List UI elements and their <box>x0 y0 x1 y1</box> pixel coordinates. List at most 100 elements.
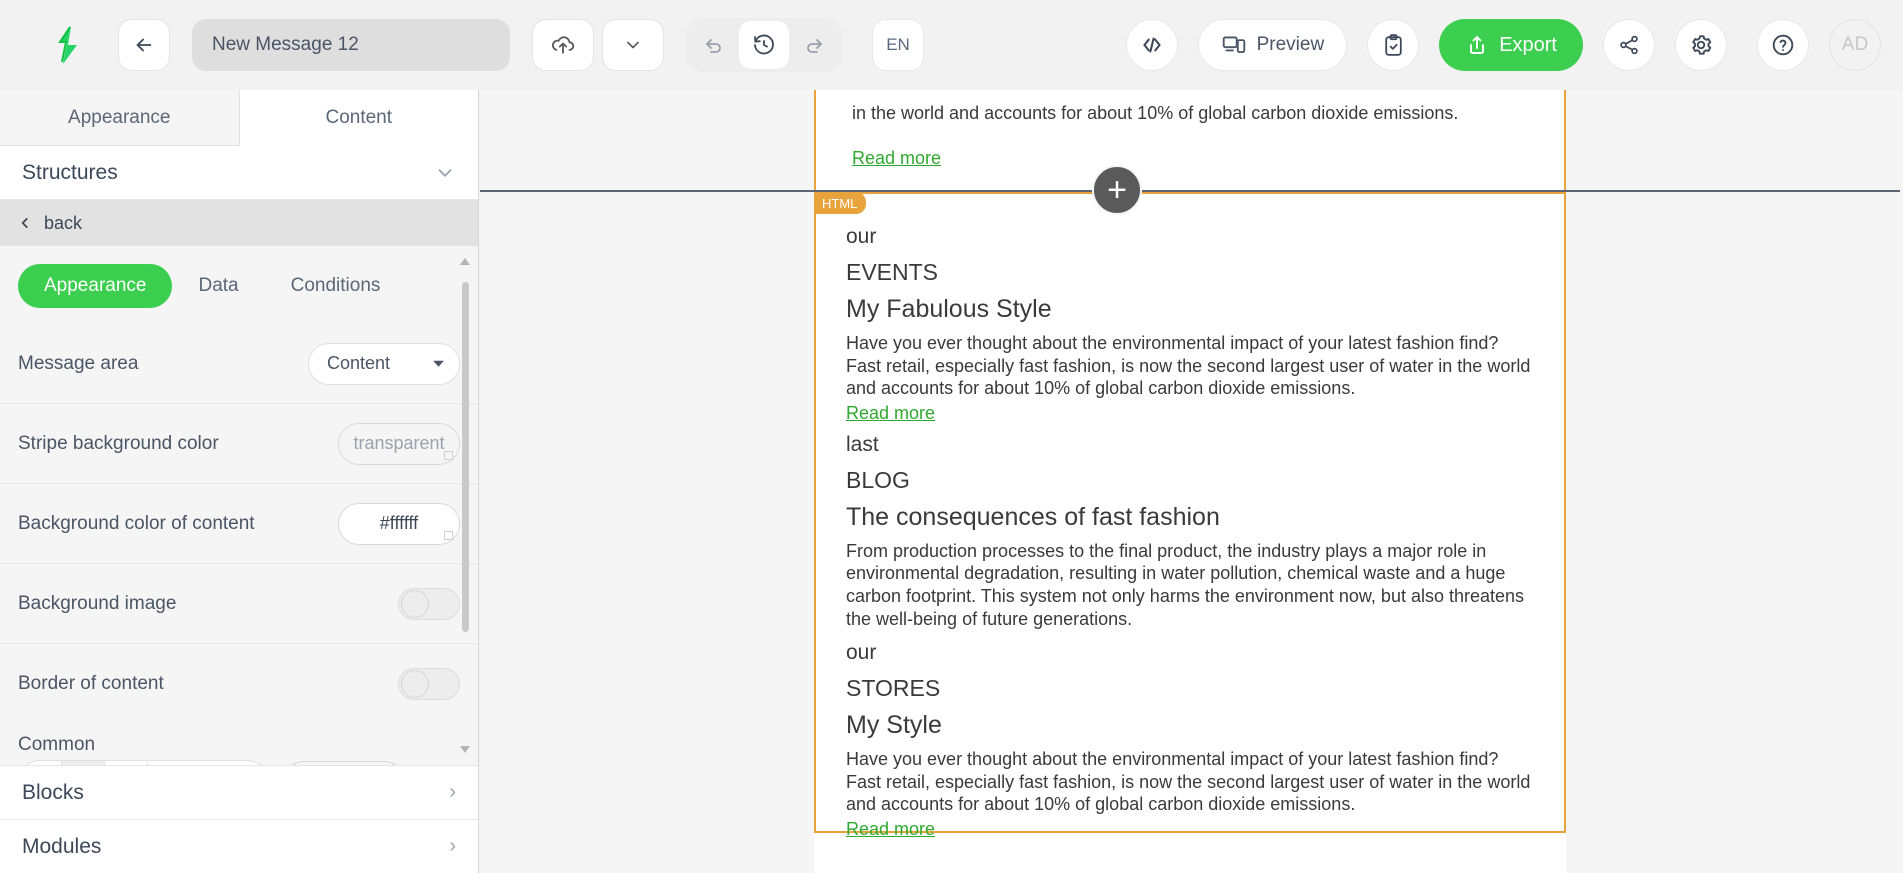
history-button[interactable] <box>739 21 789 69</box>
redo-button[interactable] <box>789 21 839 69</box>
section-read-more-link[interactable]: Read more <box>846 819 935 840</box>
preview-label: Preview <box>1256 34 1325 55</box>
structures-label: Structures <box>22 160 118 184</box>
content-bg-color-input[interactable]: #ffffff <box>338 502 460 545</box>
section-kicker: our <box>846 225 877 248</box>
property-row-border-of-content: Border of content <box>0 644 478 724</box>
color-swatch <box>444 450 453 460</box>
save-button[interactable] <box>532 19 594 71</box>
message-title-input[interactable]: New Message 12 <box>192 19 510 71</box>
cloud-upload-icon <box>551 36 575 54</box>
color-swatch <box>444 530 453 540</box>
chevron-down-icon <box>438 168 452 177</box>
upper-block-read-more-link[interactable]: Read more <box>852 148 941 169</box>
property-row-message-area: Message area Content <box>0 324 478 404</box>
caret-down-icon <box>433 360 444 367</box>
redo-icon <box>807 39 822 53</box>
html-block-content: our EVENTS My Fabulous Style Have you ev… <box>816 194 1564 840</box>
share-button[interactable] <box>1603 19 1655 71</box>
section-category: BLOG <box>846 466 910 493</box>
checklist-button[interactable] <box>1367 19 1420 71</box>
background-image-toggle[interactable] <box>398 587 460 620</box>
settings-button[interactable] <box>1675 19 1727 71</box>
property-row-background-image: Background image <box>0 564 478 644</box>
clipboard-check-icon <box>1385 33 1402 56</box>
message-area-select[interactable]: Content <box>308 342 460 385</box>
tab-content-label: Content <box>325 106 393 128</box>
undo-button[interactable] <box>689 21 739 69</box>
stepper-increment-button[interactable]: + <box>105 761 147 765</box>
content-bg-label: Background color of content <box>18 512 255 534</box>
section-headline: My Style <box>846 711 942 740</box>
tab-content[interactable]: Content <box>239 90 478 146</box>
arrow-left-icon <box>136 38 152 52</box>
section-headline: The consequences of fast fashion <box>846 502 1220 531</box>
back-button[interactable] <box>118 19 170 71</box>
stripe-bg-color-input[interactable]: transparent <box>338 422 460 465</box>
content-block-above[interactable]: in the world and accounts for about 10% … <box>814 90 1566 192</box>
border-of-content-toggle[interactable] <box>398 668 460 700</box>
blocks-section[interactable]: Blocks › <box>0 765 478 819</box>
save-button-group <box>532 19 664 71</box>
section-read-more-link[interactable]: Read more <box>846 403 935 424</box>
avatar-initials: AD <box>1841 34 1869 55</box>
segment-appearance[interactable]: Appearance <box>18 264 173 308</box>
property-row-content-bg: Background color of content #ffffff <box>0 484 478 564</box>
section-headline: My Fabulous Style <box>846 295 1052 323</box>
section-body: Have you ever thought about the environm… <box>846 333 1531 399</box>
content-bg-value: #ffffff <box>379 513 419 533</box>
segment-data[interactable]: Data <box>172 264 264 308</box>
language-label: EN <box>886 35 910 54</box>
scroll-up-arrow[interactable] <box>460 258 470 265</box>
section-kicker: our <box>846 641 877 665</box>
common-section-label: Common <box>18 734 96 755</box>
segment-conditions[interactable]: Conditions <box>265 264 407 308</box>
language-selector[interactable]: EN <box>872 19 924 71</box>
message-area-value: Content <box>327 353 391 373</box>
tab-appearance[interactable]: Appearance <box>0 90 240 146</box>
chevron-down-icon <box>627 41 639 49</box>
segment-data-label: Data <box>198 275 239 296</box>
editor-canvas: in the world and accounts for about 10% … <box>480 90 1903 873</box>
modules-section[interactable]: Modules › <box>0 819 478 873</box>
html-content-block[interactable]: HTML our EVENTS My Fabulous Style Have y… <box>814 192 1566 839</box>
stepper-value[interactable]: 0 <box>62 761 104 765</box>
stripe-bg-value: transparent <box>353 433 445 453</box>
message-title-value: New Message 12 <box>212 34 359 55</box>
html-block-badge: HTML <box>814 192 867 214</box>
panel-scrollbar-thumb[interactable] <box>462 282 469 632</box>
border-color-input[interactable]: transparent <box>283 761 405 765</box>
section-body: From production processes to the final p… <box>846 540 1525 629</box>
chevron-right-icon: › <box>449 781 456 803</box>
stepper-decrement-button[interactable]: − <box>19 761 61 765</box>
panel-tabs: Appearance Content <box>0 90 478 146</box>
user-avatar[interactable]: AD <box>1829 19 1881 71</box>
preview-button[interactable]: Preview <box>1197 19 1348 71</box>
toggle-knob <box>401 670 429 698</box>
structures-section-header[interactable]: Structures <box>0 146 478 200</box>
blocks-label: Blocks <box>22 780 84 804</box>
common-border-controls: − 0 + transparent <box>0 760 478 765</box>
code-brackets-icon <box>1142 37 1161 53</box>
back-navigation-row[interactable]: back <box>0 200 478 246</box>
scroll-down-arrow[interactable] <box>460 746 470 753</box>
save-options-dropdown[interactable] <box>602 19 664 71</box>
chevron-left-icon <box>21 218 28 228</box>
modules-label: Modules <box>22 834 102 858</box>
export-button[interactable]: Export <box>1439 19 1583 71</box>
share-nodes-icon <box>1620 35 1638 55</box>
border-of-content-label: Border of content <box>18 673 164 694</box>
section-body: Have you ever thought about the environm… <box>846 749 1531 815</box>
section-category: STORES <box>846 675 941 702</box>
tab-appearance-label: Appearance <box>68 106 171 128</box>
stripe-bg-label: Stripe background color <box>18 432 219 454</box>
brand-logo-icon[interactable] <box>40 17 96 73</box>
back-label: back <box>44 212 83 233</box>
history-button-group <box>686 18 842 72</box>
toggle-knob <box>401 589 429 618</box>
code-view-button[interactable] <box>1125 19 1178 71</box>
top-toolbar: New Message 12 EN Preview Export AD <box>0 0 1903 90</box>
border-style-select[interactable] <box>148 761 268 765</box>
add-block-button[interactable]: + <box>1092 165 1142 215</box>
help-button[interactable] <box>1757 19 1809 71</box>
